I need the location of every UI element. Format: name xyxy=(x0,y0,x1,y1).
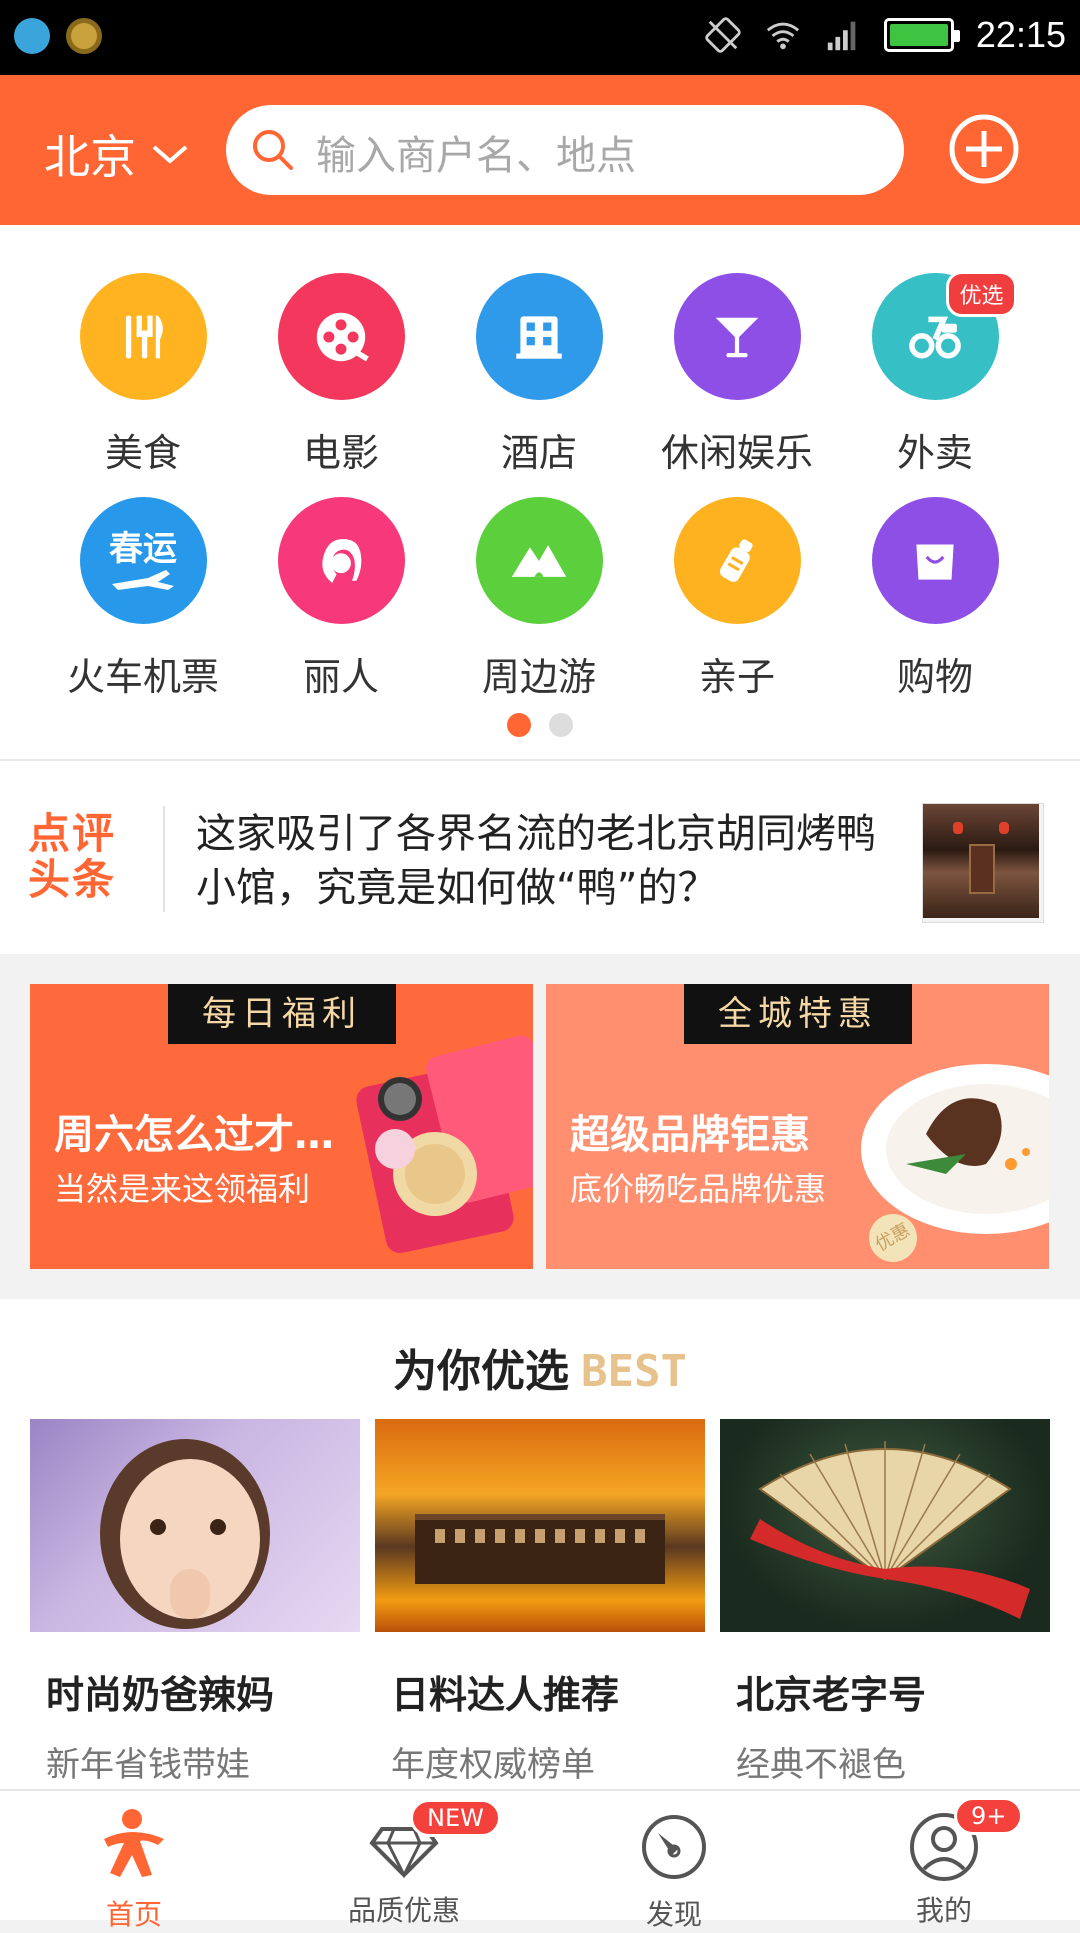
city-label: 北京 xyxy=(44,130,136,184)
cocktail-icon xyxy=(673,273,801,400)
delivery-icon: 优选 xyxy=(871,271,1017,400)
best-card-desc: 年度权威榜单 xyxy=(391,1745,595,1785)
app-notification-icon xyxy=(66,18,102,54)
compass-icon xyxy=(642,1815,706,1879)
woman-profile-icon xyxy=(277,497,405,624)
status-bar: 22:15 xyxy=(0,0,1080,75)
best-card[interactable]: 时尚奶爸辣妈 新年省钱带娃 xyxy=(30,1419,360,1786)
category-movie[interactable]: 电影 xyxy=(242,273,440,477)
headline-thumbnail xyxy=(922,803,1044,923)
category-leisure[interactable]: 休闲娱乐 xyxy=(638,273,836,477)
category-grid: 美食 电影 酒店 休闲娱乐 优选 外卖 春运 火车机票 丽人 周边游 亲子 购物 xyxy=(0,225,1080,760)
tab-badge: NEW xyxy=(410,1799,501,1837)
gift-box-illustration xyxy=(356,1035,533,1254)
tab-home[interactable]: 首页 xyxy=(34,1805,234,1933)
clock: 22:15 xyxy=(975,14,1066,55)
category-label: 外卖 xyxy=(896,431,973,475)
home-person-icon xyxy=(104,1809,164,1877)
promo-section: 每日福利 周六怎么过才… 当然是来这领福利 全城特惠 超级品牌钜惠 底价畅吃品牌… xyxy=(0,954,1080,1299)
category-label: 火车机票 xyxy=(66,655,219,699)
category-hotel[interactable]: 酒店 xyxy=(440,273,638,477)
plane-icon-text: 春运 xyxy=(109,528,177,569)
tab-label: 发现 xyxy=(645,1898,702,1931)
bottom-tab-bar: 首页 NEW 品质优惠 发现 9+ 我的 xyxy=(0,1789,1080,1931)
wifi-icon xyxy=(766,22,800,50)
best-card-desc: 经典不褪色 xyxy=(736,1745,906,1785)
best-card-title: 北京老字号 xyxy=(736,1673,927,1717)
tab-label: 首页 xyxy=(105,1898,162,1931)
category-label: 丽人 xyxy=(302,655,379,699)
divider xyxy=(163,806,165,912)
page-indicator xyxy=(507,713,573,737)
building-icon xyxy=(475,273,603,400)
category-label: 购物 xyxy=(896,655,973,699)
tab-label: 我的 xyxy=(915,1894,972,1927)
category-label: 亲子 xyxy=(698,655,775,699)
section-title: 为你优选 BEST xyxy=(0,1335,1080,1399)
tab-badge: 9+ xyxy=(954,1797,1024,1835)
category-label: 酒店 xyxy=(500,431,577,475)
headline-text: 这家吸引了各界名流的老北京胡同烤鸭小馆，究竟是如何做“鸭”的？ xyxy=(196,811,876,911)
section-title-cn: 为你优选 xyxy=(393,1346,570,1397)
best-card-desc: 新年省钱带娃 xyxy=(46,1745,250,1785)
category-label: 美食 xyxy=(104,431,181,475)
chevron-down-icon xyxy=(152,145,188,164)
best-card[interactable]: 北京老字号 经典不褪色 xyxy=(720,1419,1050,1786)
search-input[interactable]: 输入商户名、地点 xyxy=(226,105,904,195)
best-card-image xyxy=(720,1419,1050,1632)
shopping-bag-icon xyxy=(871,497,999,624)
rotation-lock-icon xyxy=(705,17,741,53)
promo-card-daily-benefit[interactable]: 每日福利 周六怎么过才… 当然是来这领福利 xyxy=(30,984,533,1269)
headline-logo-line: 点评 xyxy=(28,809,117,858)
search-icon xyxy=(253,130,293,170)
best-card-image xyxy=(375,1419,705,1632)
category-nearby-travel[interactable]: 周边游 xyxy=(440,497,638,701)
best-picks-section: 为你优选 BEST 时尚奶爸辣妈 新年省钱带娃 日料达人推荐 年度权威榜单 北京… xyxy=(0,1299,1080,1789)
tab-me[interactable]: 9+ 我的 xyxy=(844,1797,1044,1929)
best-card-image xyxy=(30,1419,360,1632)
promo-title: 超级品牌钜惠 xyxy=(570,1112,810,1158)
category-label: 休闲娱乐 xyxy=(660,431,813,475)
baby-bottle-icon xyxy=(673,497,801,624)
signal-icon xyxy=(827,21,856,51)
mountain-icon xyxy=(475,497,603,624)
page-dot-active xyxy=(507,713,531,737)
tab-label: 品质优惠 xyxy=(347,1894,460,1927)
category-parent-child[interactable]: 亲子 xyxy=(638,497,836,701)
tab-discover[interactable]: 发现 xyxy=(574,1805,774,1933)
telegram-notification-icon xyxy=(14,18,50,54)
film-reel-icon xyxy=(277,273,405,400)
category-badge: 优选 xyxy=(946,271,1017,317)
section-title-en: BEST xyxy=(581,1346,687,1397)
add-button[interactable] xyxy=(948,113,1020,185)
tab-quality-deals[interactable]: NEW 品质优惠 xyxy=(304,1799,504,1929)
headline-logo: 点评 头条 xyxy=(28,811,148,903)
top-header: 北京 输入商户名、地点 xyxy=(0,75,1080,225)
battery-icon xyxy=(883,18,960,52)
city-selector[interactable]: 北京 xyxy=(44,121,190,187)
best-card[interactable]: 日料达人推荐 年度权威榜单 xyxy=(375,1419,705,1786)
promo-card-city-deals[interactable]: 全城特惠 超级品牌钜惠 底价畅吃品牌优惠 优惠 xyxy=(546,984,1049,1269)
best-card-title: 日料达人推荐 xyxy=(391,1673,620,1717)
promo-subtitle: 底价畅吃品牌优惠 xyxy=(570,1170,827,1208)
promo-subtitle: 当然是来这领福利 xyxy=(54,1170,311,1208)
category-label: 电影 xyxy=(302,431,379,475)
promo-title: 周六怎么过才… xyxy=(54,1112,334,1158)
plane-icon: 春运 xyxy=(79,497,207,624)
category-beauty[interactable]: 丽人 xyxy=(242,497,440,701)
category-takeout[interactable]: 优选 外卖 xyxy=(836,271,1034,477)
best-card-title: 时尚奶爸辣妈 xyxy=(46,1673,275,1717)
cutlery-icon xyxy=(79,273,207,400)
category-tickets[interactable]: 春运 火车机票 xyxy=(44,497,242,701)
category-food[interactable]: 美食 xyxy=(44,273,242,477)
headline-news[interactable]: 点评 头条 这家吸引了各界名流的老北京胡同烤鸭小馆，究竟是如何做“鸭”的？ xyxy=(0,761,1080,954)
headline-logo-line: 头条 xyxy=(28,855,117,904)
category-label: 周边游 xyxy=(481,655,596,699)
category-shopping[interactable]: 购物 xyxy=(836,497,1034,701)
search-placeholder: 输入商户名、地点 xyxy=(316,133,636,179)
dish-illustration xyxy=(861,1064,1049,1234)
page-dot xyxy=(549,713,573,737)
